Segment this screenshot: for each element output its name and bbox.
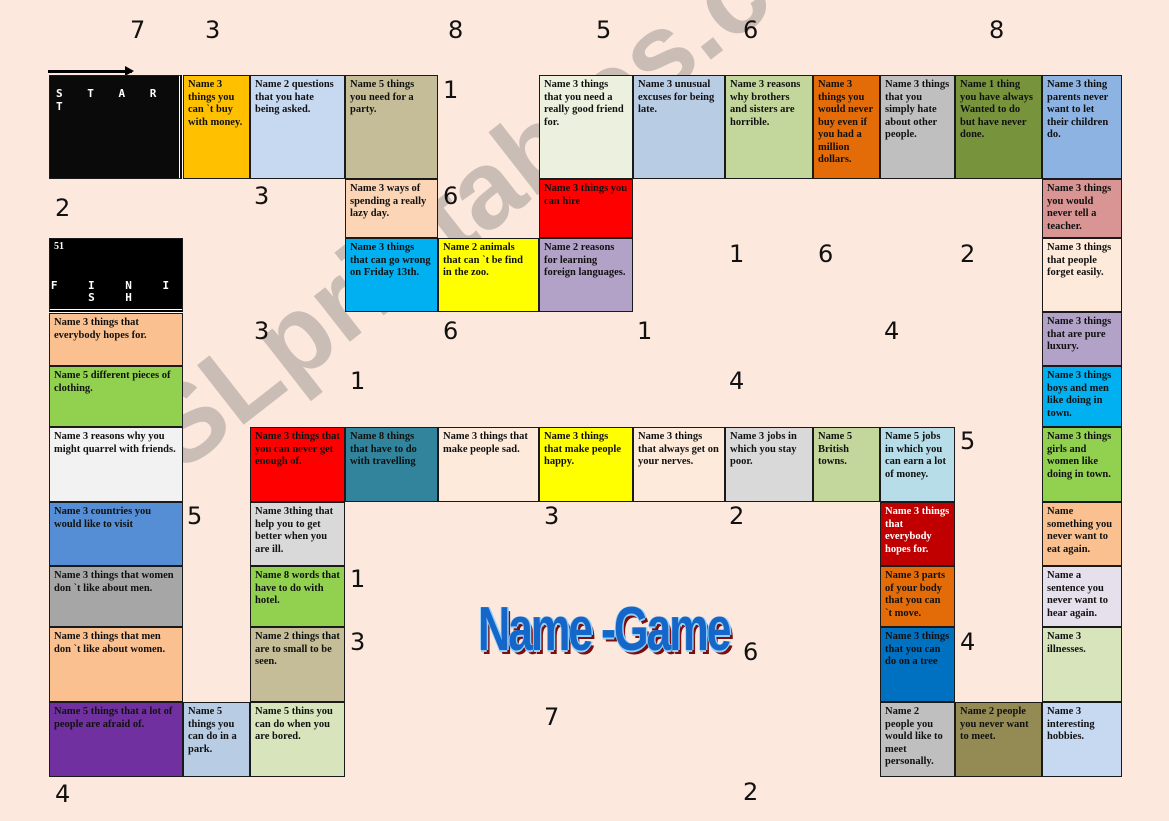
dice-number: 3 xyxy=(254,317,270,345)
board-square: Name something you never want to eat aga… xyxy=(1042,502,1122,566)
board-square: Name 3 things that are pure luxury. xyxy=(1042,312,1122,366)
start-arrow-icon xyxy=(48,66,134,76)
finish-square: 51 F I N I S H xyxy=(49,238,183,313)
dice-number: 2 xyxy=(743,778,759,806)
dice-number: 8 xyxy=(989,16,1005,44)
board-square: Name 3 thing parents never want to let t… xyxy=(1042,75,1122,179)
board-square: Name 3 reasons why brothers and sisters … xyxy=(725,75,813,179)
dice-number: 1 xyxy=(729,240,745,268)
board-square: Name 5 things you can do in a park. xyxy=(183,702,250,777)
dice-number: 6 xyxy=(443,182,459,210)
dice-number: 4 xyxy=(729,367,745,395)
board-square: Name 3 things that people forget easily. xyxy=(1042,238,1122,312)
board-square: Name 3 things boys and men like doing in… xyxy=(1042,366,1122,427)
dice-number: 6 xyxy=(743,16,759,44)
board-square: Name 3 things that make people sad. xyxy=(438,427,539,502)
board-square: Name 3 parts of your body that you can `… xyxy=(880,566,955,627)
dice-number: 2 xyxy=(960,240,976,268)
board-square: Name 3 reasons why you might quarrel wit… xyxy=(49,427,183,502)
dice-number: 6 xyxy=(743,638,759,666)
dice-number: 1 xyxy=(350,565,366,593)
dice-number: 3 xyxy=(350,628,366,656)
dice-number: 5 xyxy=(960,427,976,455)
finish-number: 51 xyxy=(54,241,64,252)
dice-number: 1 xyxy=(637,317,653,345)
board-square: Name 3 illnesses. xyxy=(1042,627,1122,702)
board-square: Name 3 things that make people happy. xyxy=(539,427,633,502)
board-square: Name 3 things that everybody hopes for. xyxy=(880,502,955,566)
board-square: Name 2 animals that can `t be find in th… xyxy=(438,238,539,312)
board-square: Name 3 ways of spending a really lazy da… xyxy=(345,179,438,238)
board-square: Name 3 things that you need a really goo… xyxy=(539,75,633,179)
board-square: Name 3 interesting hobbies. xyxy=(1042,702,1122,777)
dice-number: 4 xyxy=(55,780,71,808)
board-square: Name 3 things that women don `t like abo… xyxy=(49,566,183,627)
dice-number: 6 xyxy=(818,240,834,268)
dice-number: 5 xyxy=(187,502,203,530)
board-square: Name 8 things that have to do with trave… xyxy=(345,427,438,502)
board-square: Name 5 British towns. xyxy=(813,427,880,502)
dice-number: 2 xyxy=(729,502,745,530)
board-square: Name 3 things that can go wrong on Frida… xyxy=(345,238,438,312)
dice-number: 7 xyxy=(130,16,146,44)
board-square: Name 1 thing you have always Wanted to d… xyxy=(955,75,1042,179)
board-square: Name 3 things that men don `t like about… xyxy=(49,627,183,702)
board-square: Name 2 questions that you hate being ask… xyxy=(250,75,345,179)
board-square: Name 5 things that a lot of people are a… xyxy=(49,702,183,777)
dice-number: 4 xyxy=(884,317,900,345)
board-square: Name 5 thins you can do when you are bor… xyxy=(250,702,345,777)
board-square: Name 3 things girls and women like doing… xyxy=(1042,427,1122,502)
board-square: Name 3 unusual excuses for being late. xyxy=(633,75,725,179)
dice-number: 8 xyxy=(448,16,464,44)
board-square: Name 2 things that are to small to be se… xyxy=(250,627,345,702)
board-square: Name 2 people you would like to meet per… xyxy=(880,702,955,777)
board-square: Name 2 people you never want to meet. xyxy=(955,702,1042,777)
board-square: Name 3 things that everybody hopes for. xyxy=(49,313,183,366)
start-square: S T A R T xyxy=(49,75,183,179)
board-square: Name 3 things you can hire xyxy=(539,179,633,238)
dice-number: 1 xyxy=(443,76,459,104)
board-square: Name 3 countries you would like to visit xyxy=(49,502,183,566)
board-square: Name 3thing that help you to get better … xyxy=(250,502,345,566)
board-square: Name 3 things that you can do on a tree xyxy=(880,627,955,702)
dice-number: 4 xyxy=(960,628,976,656)
board-square: Name 3 things you can `t buy with money. xyxy=(183,75,250,179)
dice-number: 5 xyxy=(596,16,612,44)
board-square: Name 3 things you would never tell a tea… xyxy=(1042,179,1122,238)
board-square: Name 3 jobs in which you stay poor. xyxy=(725,427,813,502)
board-square: Name 5 things you need for a party. xyxy=(345,75,438,179)
board-square: Name 8 words that have to do with hotel. xyxy=(250,566,345,627)
board-square: Name a sentence you never want to hear a… xyxy=(1042,566,1122,627)
finish-label: F I N I S H xyxy=(50,278,182,304)
dice-number: 7 xyxy=(544,703,560,731)
dice-number: 6 xyxy=(443,317,459,345)
board-square: Name 3 things that always get on your ne… xyxy=(633,427,725,502)
board-square: Name 3 things you would never buy even i… xyxy=(813,75,880,179)
dice-number: 3 xyxy=(205,16,221,44)
dice-number: 2 xyxy=(55,194,71,222)
board-square: Name 5 jobs in which you can earn a lot … xyxy=(880,427,955,502)
dice-number: 1 xyxy=(350,367,366,395)
board-square: Name 3 things that you can never get eno… xyxy=(250,427,345,502)
dice-number: 3 xyxy=(254,182,270,210)
board-square: Name 2 reasons for learning foreign lang… xyxy=(539,238,633,312)
board-square: Name 3 things that you simply hate about… xyxy=(880,75,955,179)
game-title: Name -Game xyxy=(478,595,731,664)
board-square: Name 5 different pieces of clothing. xyxy=(49,366,183,427)
dice-number: 3 xyxy=(544,502,560,530)
